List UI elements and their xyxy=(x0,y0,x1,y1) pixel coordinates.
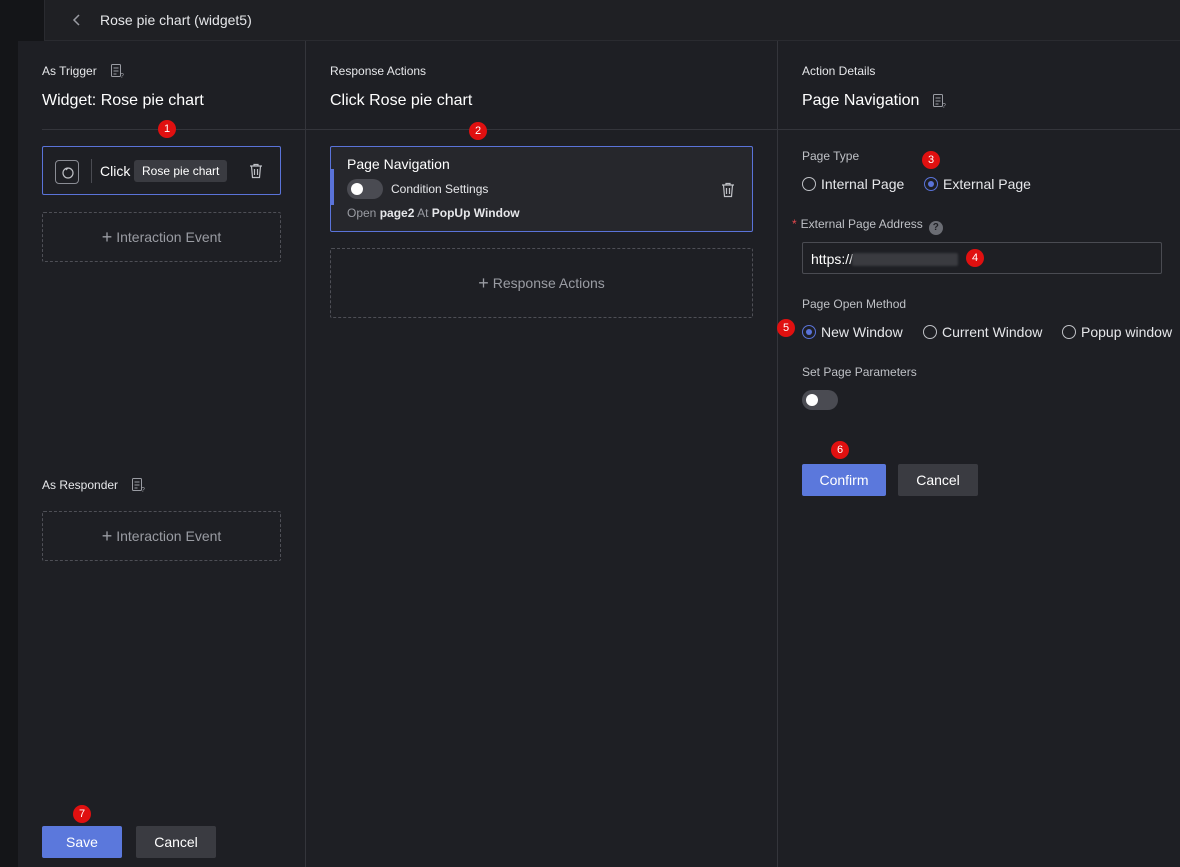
save-button[interactable]: Save xyxy=(42,826,122,858)
column-divider xyxy=(777,41,778,867)
open-method-label: Page Open Method xyxy=(802,297,907,311)
toggle-knob xyxy=(806,394,818,406)
radio-dot xyxy=(923,325,937,339)
external-page-radio[interactable]: External Page xyxy=(924,176,1031,192)
current-window-radio[interactable]: Current Window xyxy=(923,324,1042,340)
svg-text:?: ? xyxy=(120,73,124,79)
chevron-left-icon[interactable] xyxy=(69,12,85,28)
header-divider xyxy=(306,129,777,130)
action-card[interactable]: Page Navigation Condition Settings Open … xyxy=(330,146,753,232)
trigger-tag: Rose pie chart xyxy=(134,160,228,182)
annotation-badge: 7 xyxy=(73,805,91,823)
click-event-icon xyxy=(55,160,79,184)
plus-icon: + xyxy=(101,227,113,247)
page-params-toggle[interactable] xyxy=(802,390,838,410)
trigger-card[interactable]: Click Rose pie chart xyxy=(42,146,281,195)
response-actions-heading: Response Actions xyxy=(330,64,427,78)
action-summary: Open page2 At PopUp Window xyxy=(347,206,520,220)
annotation-badge: 4 xyxy=(966,249,984,267)
details-title: Page Navigation xyxy=(802,92,920,109)
delete-icon[interactable] xyxy=(249,163,263,179)
address-label: * External Page Address? xyxy=(792,217,943,235)
add-response-action-button[interactable]: + Response Actions xyxy=(330,248,753,318)
redacted-url xyxy=(852,253,958,266)
annotation-badge: 3 xyxy=(922,151,940,169)
page-params-label: Set Page Parameters xyxy=(802,365,917,379)
svg-text:?: ? xyxy=(942,103,946,109)
doc-help-icon[interactable]: ? xyxy=(109,63,125,79)
radio-dot xyxy=(802,325,816,339)
help-icon[interactable]: ? xyxy=(928,221,943,235)
add-event-label: Interaction Event xyxy=(116,229,222,245)
doc-help-icon[interactable]: ? xyxy=(931,93,947,109)
annotation-badge: 6 xyxy=(831,441,849,459)
trigger-title: Widget: Rose pie chart xyxy=(42,92,204,109)
radio-dot xyxy=(1062,325,1076,339)
action-name: Page Navigation xyxy=(347,156,450,172)
widget-title: Rose pie chart (widget5) xyxy=(100,12,252,28)
condition-label: Condition Settings xyxy=(391,182,489,196)
header-divider xyxy=(778,129,1180,130)
new-window-radio[interactable]: New Window xyxy=(802,324,903,340)
annotation-badge: 1 xyxy=(158,120,176,138)
internal-page-radio[interactable]: Internal Page xyxy=(802,176,904,192)
as-responder-heading: As Responder xyxy=(42,478,119,492)
column-divider xyxy=(305,41,306,867)
popup-window-radio[interactable]: Popup window xyxy=(1062,324,1172,340)
interaction-panel: As Trigger ? Widget: Rose pie chart 1 Cl… xyxy=(18,41,1180,867)
confirm-button[interactable]: Confirm xyxy=(802,464,886,496)
add-response-label: Response Actions xyxy=(492,275,605,291)
response-title: Click Rose pie chart xyxy=(330,92,473,109)
toggle-knob xyxy=(351,183,363,195)
radio-dot xyxy=(802,177,816,191)
title-bar: Rose pie chart (widget5) xyxy=(44,0,1180,41)
page-type-label: Page Type xyxy=(802,149,860,163)
as-trigger-heading: As Trigger xyxy=(42,64,97,78)
action-details-heading: Action Details xyxy=(802,64,876,78)
details-cancel-button[interactable]: Cancel xyxy=(898,464,978,496)
plus-icon: + xyxy=(478,273,489,293)
doc-help-icon[interactable]: ? xyxy=(130,477,146,493)
add-interaction-event-button[interactable]: + Interaction Event xyxy=(42,212,281,262)
add-responder-label: Interaction Event xyxy=(116,528,222,544)
plus-icon: + xyxy=(101,526,113,546)
selection-indicator xyxy=(331,169,334,205)
cancel-button[interactable]: Cancel xyxy=(136,826,216,858)
condition-toggle[interactable] xyxy=(347,179,383,199)
annotation-badge: 5 xyxy=(777,319,795,337)
delete-icon[interactable] xyxy=(721,182,735,198)
annotation-badge: 2 xyxy=(469,122,487,140)
radio-dot xyxy=(924,177,938,191)
separator xyxy=(91,159,92,183)
add-responder-event-button[interactable]: + Interaction Event xyxy=(42,511,281,561)
trigger-verb: Click xyxy=(100,163,131,179)
svg-text:?: ? xyxy=(141,487,145,493)
